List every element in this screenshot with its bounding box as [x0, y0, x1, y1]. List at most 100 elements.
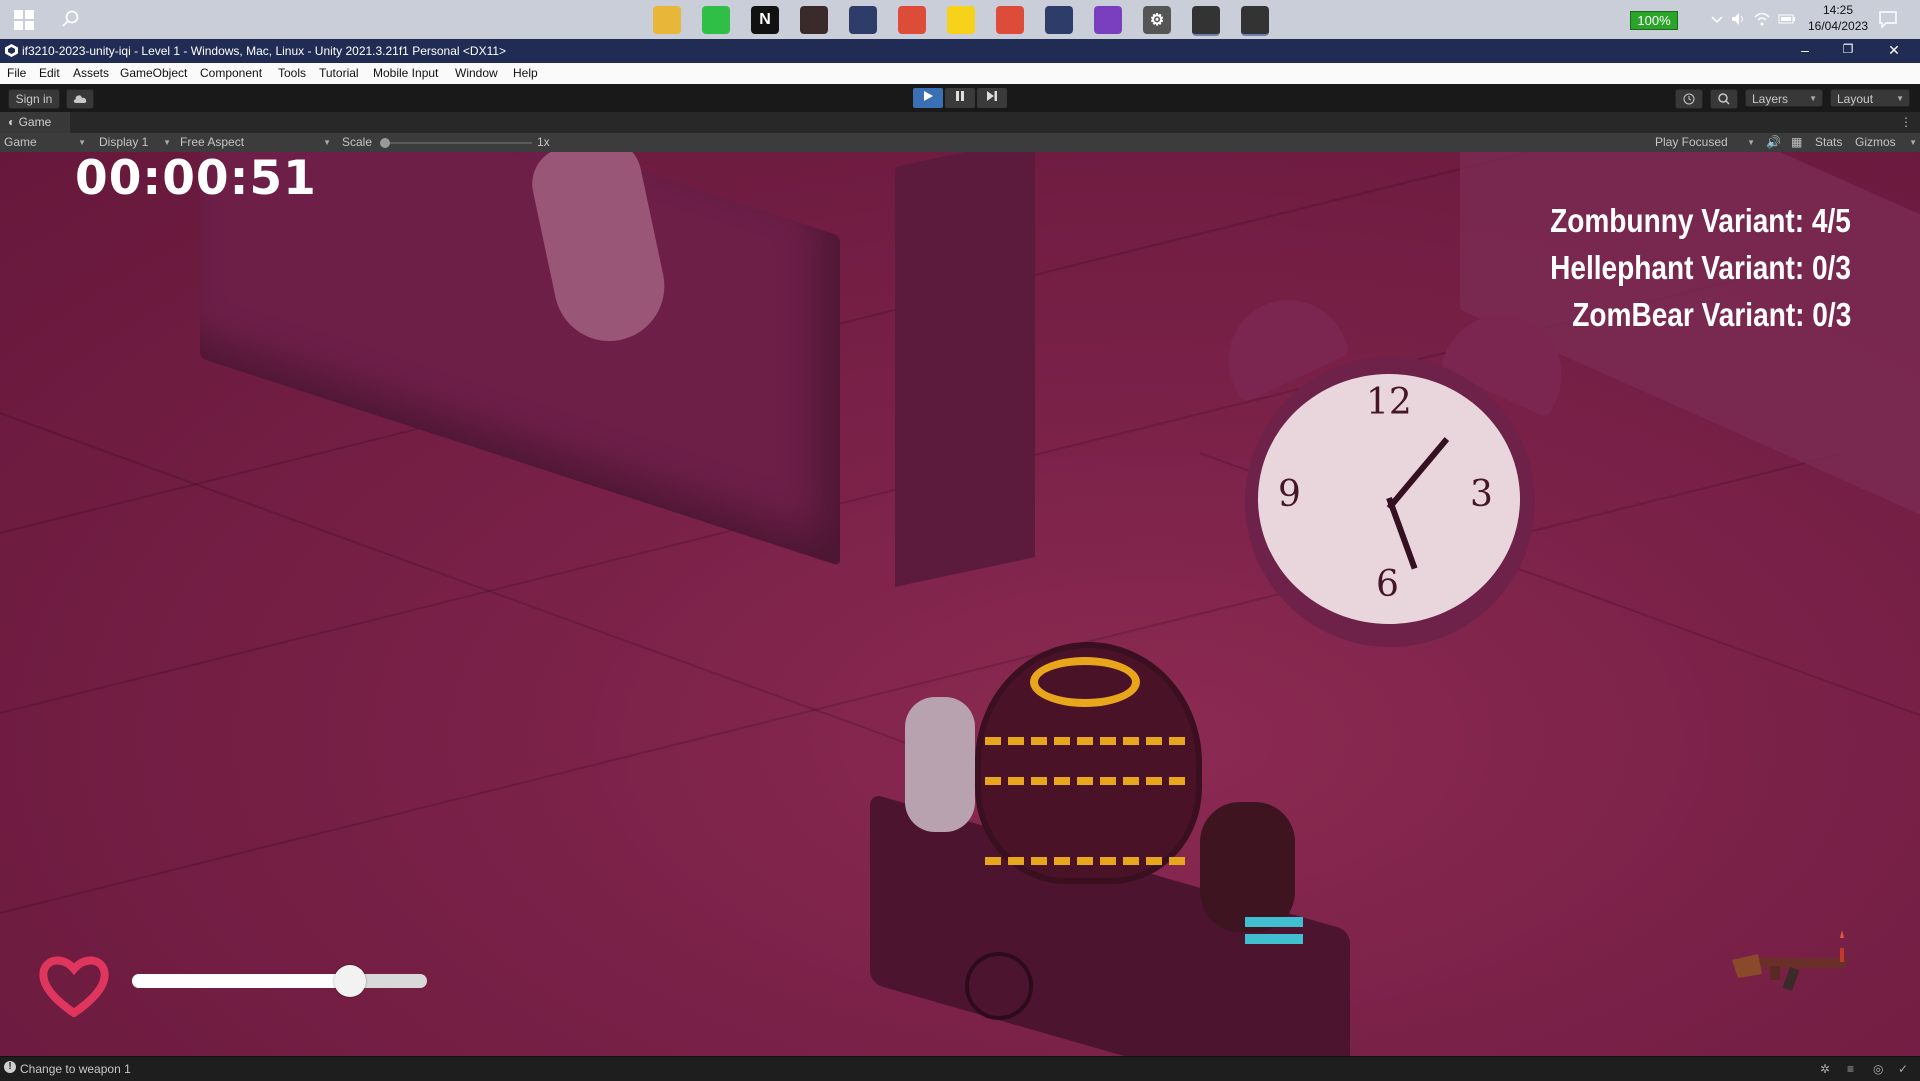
play-icon — [924, 91, 933, 101]
clock-numeral: 3 — [1470, 474, 1493, 515]
chevron-down-icon: ▼ — [78, 138, 86, 147]
anime-app-2-icon[interactable] — [1045, 6, 1073, 34]
play-mode-label: Play Focused — [1655, 135, 1728, 149]
menu-item-help[interactable]: Help — [513, 66, 538, 80]
github-desktop-icon[interactable] — [1094, 6, 1122, 34]
unity-editor-icon[interactable] — [1241, 6, 1269, 36]
play-button[interactable] — [913, 88, 943, 108]
menu-bar: File Edit Assets GameObject Component Tools Tu… — [0, 63, 1920, 85]
zombunny-count: Zombunny Variant: 4/5 — [1550, 202, 1851, 239]
volume-icon[interactable] — [1730, 11, 1746, 27]
settings-icon[interactable]: ⚙ — [1143, 6, 1171, 34]
clock-time: 14:25 — [1822, 3, 1854, 17]
anime-app-icon[interactable] — [849, 6, 877, 34]
hellephant-count: Hellephant Variant: 0/3 — [1550, 249, 1851, 286]
menu-item-component[interactable]: Component — [200, 66, 262, 80]
layout-label: Layout — [1837, 92, 1874, 106]
menu-item-edit[interactable]: Edit — [39, 66, 60, 80]
bunny-stripe — [1245, 934, 1303, 944]
wifi-icon[interactable] — [1754, 11, 1770, 27]
gizmos-dropdown[interactable]: Gizmos ▼ — [1855, 135, 1917, 149]
stats-button[interactable]: Stats — [1815, 135, 1842, 149]
info-icon: ! — [4, 1061, 16, 1073]
editor-toolbar: Sign in Layers ▼ Layout ▼ — [0, 84, 1920, 112]
health-bar-fill — [132, 974, 350, 988]
debug-icon[interactable]: ✲ — [1820, 1062, 1830, 1076]
tab-game-label: Game — [18, 115, 52, 129]
notion-icon[interactable]: N — [751, 6, 779, 34]
view-mode-dropdown[interactable]: Game ▼ — [4, 135, 88, 149]
aspect-dropdown[interactable]: Free Aspect ▼ — [180, 135, 333, 149]
toy-wheel — [965, 952, 1033, 1020]
restore-icon[interactable]: ❐ — [1838, 42, 1858, 56]
scale-slider[interactable] — [382, 142, 532, 144]
search-button[interactable] — [1710, 89, 1738, 109]
network-icon[interactable]: ◎ — [1873, 1062, 1883, 1076]
chrome-icon[interactable] — [898, 6, 926, 34]
menu-item-assets[interactable]: Assets — [73, 66, 109, 80]
minimize-icon[interactable]: – — [1795, 42, 1815, 58]
layers-label: Layers — [1752, 92, 1789, 106]
battery-indicator[interactable]: 100% — [1630, 11, 1678, 30]
menu-item-window[interactable]: Window — [455, 66, 498, 80]
unity-hub-icon[interactable] — [1192, 6, 1220, 36]
scale-value: 1x — [537, 135, 550, 149]
game-tab-bar: ◐ Game ⋮ — [0, 112, 1920, 133]
game-viewport[interactable]: 12 3 6 9 — [0, 152, 1920, 1056]
window-title-bar: if3210-2023-unity-iqi - Level 1 - Window… — [0, 39, 1920, 63]
menu-item-tools[interactable]: Tools — [278, 66, 306, 80]
bunny-stripe — [1245, 917, 1303, 927]
line-icon[interactable] — [702, 6, 730, 34]
menu-item-tutorial[interactable]: Tutorial — [319, 66, 359, 80]
sticky-notes-icon[interactable] — [947, 6, 975, 34]
status-message[interactable]: Change to weapon 1 — [20, 1062, 131, 1076]
chrome-profile-icon[interactable] — [996, 6, 1024, 34]
windows-start-icon[interactable] — [14, 10, 34, 30]
chevron-down-icon: ▼ — [163, 138, 171, 147]
chevron-up-icon[interactable] — [1710, 12, 1724, 26]
scale-slider-thumb[interactable] — [380, 138, 390, 148]
clock-hour-hand — [1386, 496, 1418, 570]
display-dropdown[interactable]: Display 1 ▼ — [99, 135, 173, 149]
file-explorer-icon[interactable] — [653, 6, 681, 34]
step-icon — [987, 91, 997, 101]
pause-button[interactable] — [945, 88, 975, 108]
heart-icon — [39, 956, 109, 1017]
stats-grid-icon[interactable]: ▦ — [1791, 135, 1802, 149]
health-bar-handle — [334, 965, 366, 997]
unity-logo-icon — [5, 44, 18, 57]
gizmos-label: Gizmos — [1855, 135, 1896, 149]
helmet-stripe — [985, 777, 1185, 799]
layers-dropdown[interactable]: Layers ▼ — [1745, 89, 1823, 107]
play-mode-dropdown[interactable]: Play Focused ▼ — [1655, 135, 1757, 149]
system-clock[interactable]: 14:25 16/04/2023 — [1808, 2, 1868, 34]
bed-leg — [895, 152, 1035, 587]
notification-icon[interactable] — [1878, 10, 1898, 28]
mute-audio-icon[interactable]: 🔊 — [1766, 135, 1781, 149]
menu-item-mobile-input[interactable]: Mobile Input — [373, 66, 438, 80]
layout-dropdown[interactable]: Layout ▼ — [1830, 89, 1910, 107]
companion-dog — [905, 697, 975, 832]
menu-item-file[interactable]: File — [7, 66, 26, 80]
more-options-icon[interactable]: ⋮ — [1900, 115, 1912, 129]
cloud-button[interactable] — [66, 89, 94, 109]
battery-icon[interactable] — [1778, 12, 1796, 26]
game-timer: 00:00:51 — [75, 151, 317, 206]
chevron-down-icon: ▼ — [1896, 94, 1904, 103]
check-icon[interactable]: ✓ — [1898, 1062, 1908, 1076]
game-view-toolbar: Game ▼ Display 1 ▼ Free Aspect ▼ Scale 1x P… — [0, 133, 1920, 153]
search-icon[interactable] — [62, 10, 80, 28]
clock-minute-hand — [1386, 437, 1450, 510]
step-button[interactable] — [977, 88, 1007, 108]
stack-icon[interactable]: ≡ — [1847, 1062, 1854, 1076]
sign-in-button[interactable]: Sign in — [8, 89, 60, 109]
tab-game[interactable]: ◐ Game — [0, 112, 70, 133]
menu-item-gameobject[interactable]: GameObject — [120, 66, 187, 80]
history-icon — [1683, 93, 1695, 105]
character-app-icon[interactable] — [800, 6, 828, 34]
clock-numeral: 6 — [1376, 564, 1399, 605]
close-icon[interactable]: ✕ — [1884, 42, 1904, 59]
clock-date: 16/04/2023 — [1808, 19, 1869, 33]
history-button[interactable] — [1675, 89, 1703, 109]
alarm-clock-face: 12 3 6 9 — [1258, 374, 1520, 624]
